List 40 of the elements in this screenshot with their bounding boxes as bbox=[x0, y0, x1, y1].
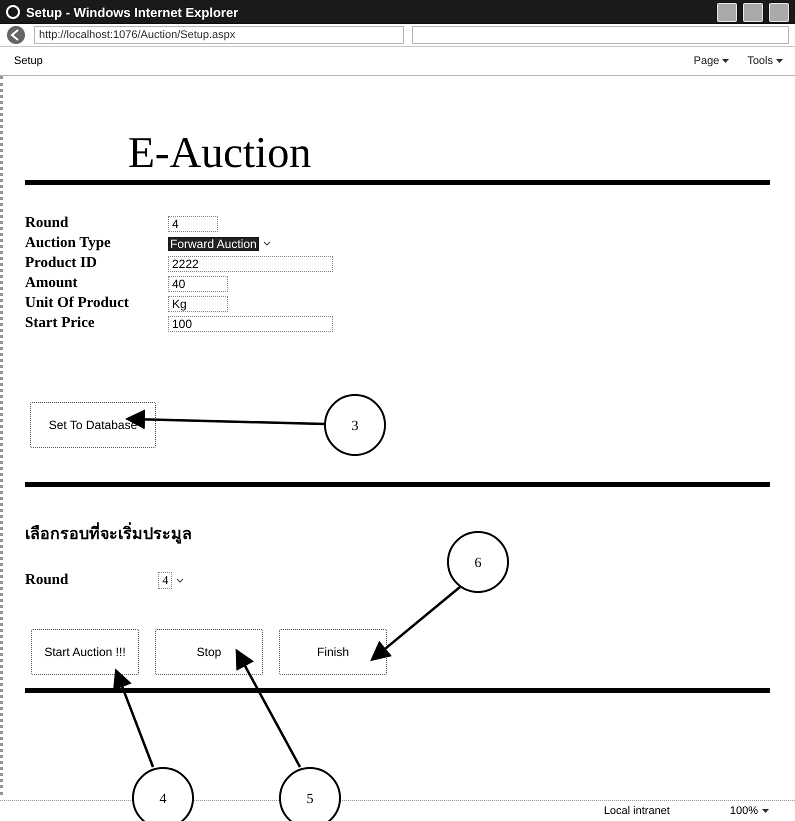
input-field[interactable]: 100 bbox=[168, 316, 333, 332]
field-label: Unit Of Product bbox=[25, 295, 130, 312]
action-button[interactable]: Start Auction !!! bbox=[31, 629, 139, 675]
security-zone: Local intranet bbox=[604, 805, 670, 817]
dropdown-arrow-icon[interactable] bbox=[776, 59, 783, 63]
address-field[interactable]: http://localhost:1076/Auction/Setup.aspx bbox=[34, 26, 404, 44]
command-menu[interactable]: Page bbox=[694, 55, 720, 67]
field-label: Round bbox=[25, 215, 70, 232]
input-field[interactable]: 40 bbox=[168, 276, 228, 292]
close-button[interactable] bbox=[769, 2, 789, 22]
round-dropdown[interactable]: 4 bbox=[158, 572, 172, 589]
field-label: Product ID bbox=[25, 255, 98, 272]
chevron-down-icon[interactable] bbox=[176, 578, 184, 583]
dropdown-arrow-icon[interactable] bbox=[722, 59, 730, 63]
field-label: Start Price bbox=[25, 315, 96, 332]
auction-type-dropdown[interactable]: Forward Auction bbox=[168, 236, 259, 250]
callout-marker: 6 bbox=[447, 531, 509, 593]
maximize-button[interactable] bbox=[743, 2, 763, 22]
page-heading: E-Auction bbox=[127, 127, 312, 179]
input-field[interactable]: 4 bbox=[168, 216, 218, 232]
callout-marker: 5 bbox=[279, 767, 341, 821]
input-field[interactable]: Kg bbox=[168, 296, 228, 312]
chevron-down-icon[interactable] bbox=[262, 241, 271, 246]
field-label: Amount bbox=[25, 275, 79, 292]
command-menu[interactable]: Tools bbox=[747, 55, 773, 67]
browser-icon bbox=[6, 5, 20, 19]
callout-marker: 4 bbox=[132, 767, 194, 821]
input-field[interactable]: 2222 bbox=[168, 256, 333, 272]
browser-tab[interactable]: Setup bbox=[8, 52, 49, 70]
field-label: Auction Type bbox=[25, 235, 112, 252]
search-field[interactable] bbox=[412, 26, 789, 44]
minimize-button[interactable] bbox=[717, 2, 737, 22]
window-title: Setup - Windows Internet Explorer bbox=[26, 4, 240, 20]
callout-marker: 3 bbox=[324, 394, 386, 456]
action-button[interactable]: Finish bbox=[279, 629, 387, 675]
zoom-level[interactable]: 100% bbox=[730, 805, 758, 817]
back-icon[interactable] bbox=[6, 25, 26, 45]
dropdown-arrow-icon[interactable] bbox=[762, 809, 769, 813]
field-label: Round bbox=[25, 572, 68, 589]
action-button[interactable]: Stop bbox=[155, 629, 263, 675]
